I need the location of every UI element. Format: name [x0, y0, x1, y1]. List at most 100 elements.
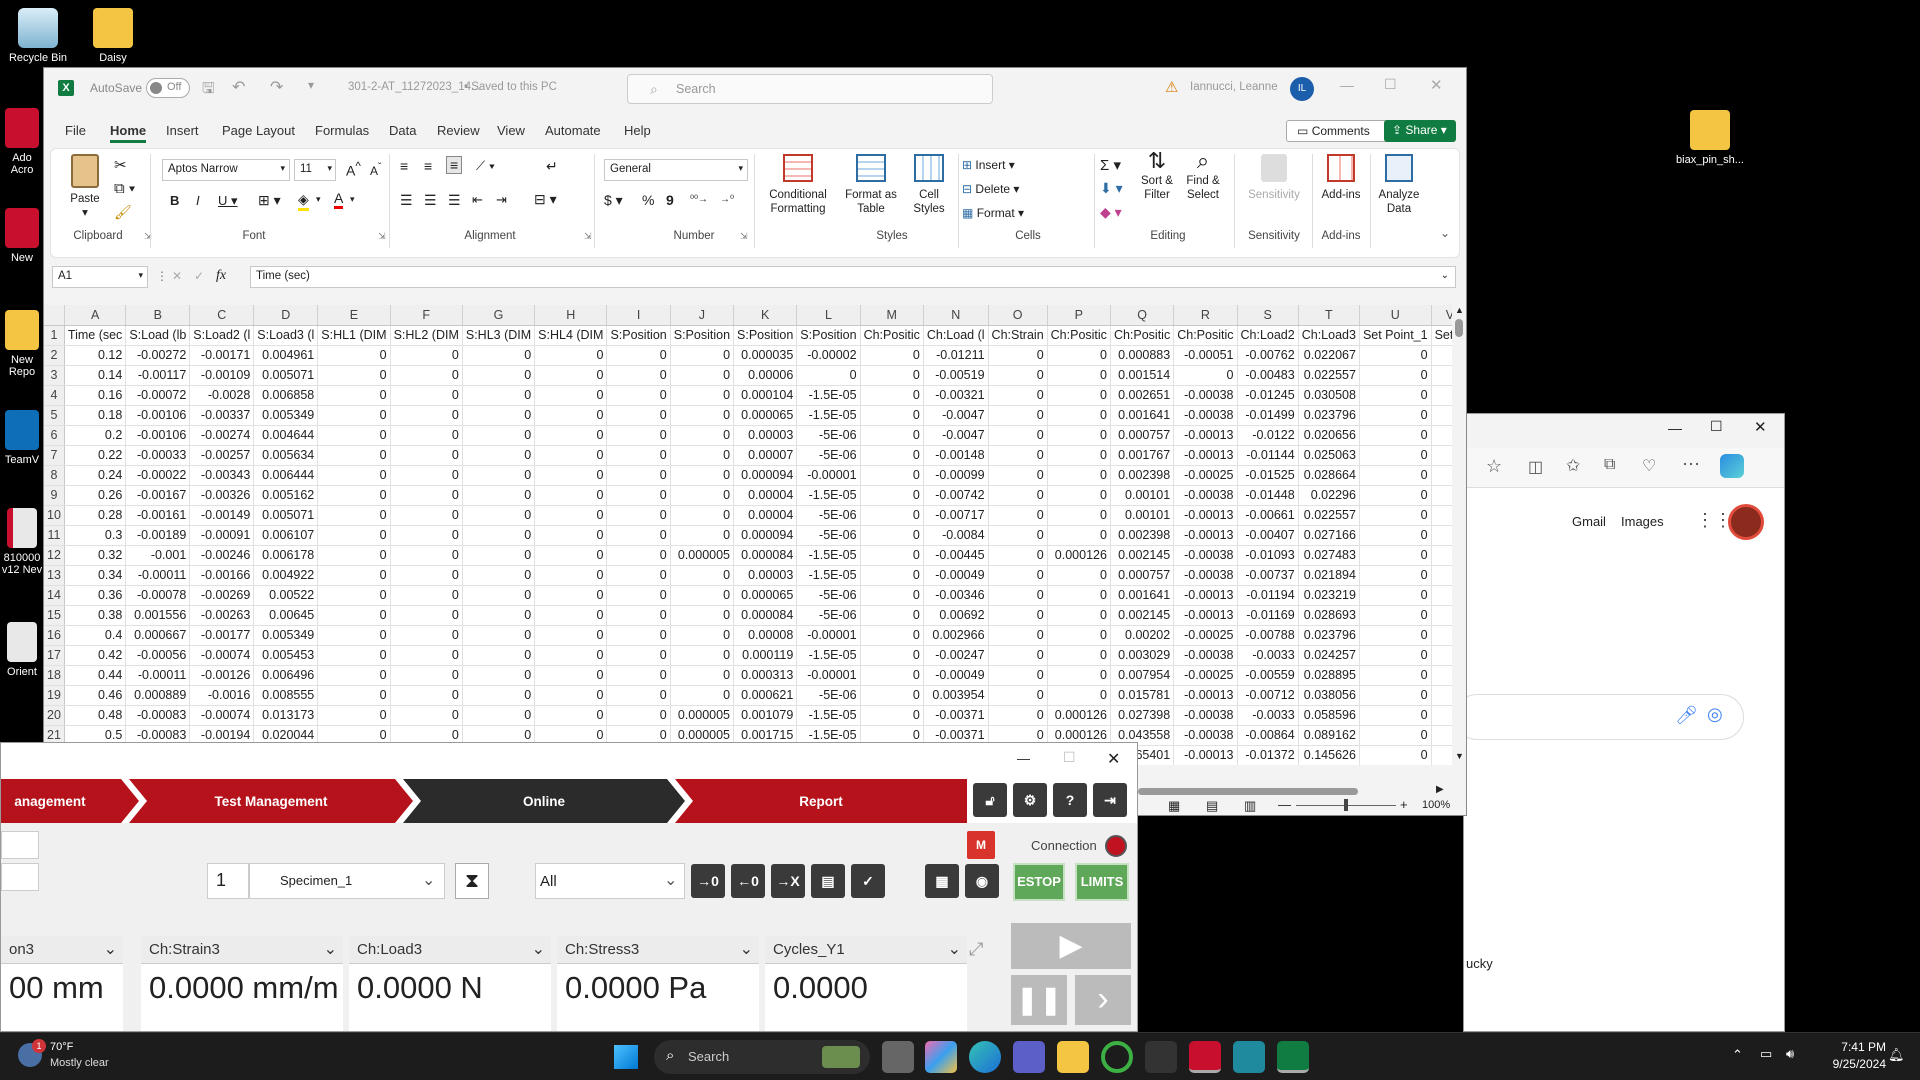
enter-icon[interactable]: ✓ — [194, 269, 204, 283]
cell[interactable]: 0 — [988, 385, 1048, 406]
minimize-icon[interactable]: — — [1668, 420, 1682, 436]
cell[interactable]: -0.00025 — [1173, 665, 1238, 686]
vr-app-icon[interactable] — [1233, 1041, 1265, 1073]
font-color-icon[interactable]: A — [334, 190, 344, 209]
cell[interactable]: 0.24 — [64, 465, 127, 486]
cell[interactable]: 0 — [462, 645, 536, 666]
favorite-star-icon[interactable]: ☆ — [1486, 456, 1502, 477]
decrease-font-icon[interactable]: Aˇ — [370, 162, 381, 178]
cell[interactable]: 0 — [606, 585, 671, 606]
cell[interactable]: -0.00762 — [1237, 345, 1299, 366]
cell[interactable]: 0.000757 — [1110, 425, 1175, 446]
cell[interactable]: -0.00864 — [1237, 725, 1299, 746]
cell[interactable]: 0 — [317, 565, 391, 586]
cell[interactable]: -5E-06 — [796, 685, 861, 706]
cell[interactable]: 0 — [462, 365, 536, 386]
cell[interactable]: 0 — [606, 705, 671, 726]
cell[interactable]: -0.00051 — [1173, 345, 1238, 366]
scroll-right-icon[interactable]: ▶ — [1436, 784, 1444, 795]
cell[interactable]: 0.006178 — [253, 545, 319, 566]
cell[interactable]: 0 — [317, 445, 391, 466]
cell[interactable]: -0.00106 — [125, 425, 191, 446]
cell[interactable]: 0 — [670, 485, 735, 506]
column-header[interactable]: E — [317, 305, 391, 326]
zoom-slider-thumb[interactable] — [1344, 799, 1348, 811]
cell[interactable]: 0 — [1359, 625, 1432, 646]
cell[interactable]: 0 — [796, 365, 861, 386]
cell[interactable]: 0 — [606, 465, 671, 486]
borders-icon[interactable]: ⊞ ▾ — [258, 192, 281, 209]
cell[interactable]: -0.00074 — [189, 645, 255, 666]
cell[interactable]: 0.089162 — [1298, 725, 1360, 746]
align-center-icon[interactable]: ☰ — [424, 192, 437, 209]
cell[interactable]: 0 — [606, 625, 671, 646]
cell[interactable]: 0.028895 — [1298, 665, 1360, 686]
cell[interactable]: 0 — [534, 685, 608, 706]
cell[interactable]: 0 — [670, 365, 735, 386]
cell[interactable]: 0.000005 — [670, 705, 735, 726]
cell[interactable]: 0 — [860, 425, 924, 446]
column-header[interactable]: I — [606, 305, 671, 326]
increase-font-icon[interactable]: A^ — [346, 160, 361, 179]
cell[interactable]: 0 — [462, 485, 536, 506]
cell[interactable]: 0.023796 — [1298, 625, 1360, 646]
cell[interactable]: 0 — [606, 545, 671, 566]
cell[interactable]: -0.01194 — [1237, 585, 1299, 606]
cell[interactable]: 0.000084 — [733, 545, 798, 566]
cell[interactable]: 0 — [534, 345, 608, 366]
cell[interactable]: -0.00257 — [189, 445, 255, 466]
cell[interactable]: 0.000035 — [733, 345, 798, 366]
profile-avatar[interactable] — [1728, 504, 1764, 540]
cell[interactable]: 0.00008 — [733, 625, 798, 646]
cell[interactable]: 0.058596 — [1298, 705, 1360, 726]
nav-report[interactable]: Report — [675, 779, 967, 823]
task-view-icon[interactable] — [882, 1041, 914, 1073]
cell[interactable]: -0.00074 — [189, 705, 255, 726]
specimen-number[interactable]: 1 — [207, 863, 249, 899]
cell[interactable]: S:Position — [796, 325, 861, 346]
cell[interactable]: 0.020656 — [1298, 425, 1360, 446]
cell[interactable]: 0 — [390, 625, 463, 646]
cell[interactable]: 0 — [1359, 345, 1432, 366]
estop-button[interactable]: ESTOP — [1013, 863, 1065, 901]
cell[interactable]: 0.024257 — [1298, 645, 1360, 666]
filter-select[interactable]: All ⌄ — [535, 863, 685, 899]
cell[interactable]: 0 — [317, 665, 391, 686]
row-header[interactable]: 4 — [44, 385, 65, 406]
cell[interactable]: 0.16 — [64, 385, 127, 406]
align-top-icon[interactable]: ≡ — [400, 158, 408, 174]
cell-styles-button[interactable]: Cell Styles — [904, 154, 954, 216]
m-badge[interactable]: M — [967, 831, 995, 859]
cell[interactable]: -0.00519 — [923, 365, 989, 386]
cell[interactable]: 0 — [860, 665, 924, 686]
copilot-icon[interactable] — [1720, 454, 1744, 478]
cell[interactable]: 0 — [462, 525, 536, 546]
start-icon[interactable] — [614, 1045, 638, 1069]
cell[interactable]: 0 — [860, 645, 924, 666]
desktop-icon-orient[interactable]: Orient — [0, 622, 44, 678]
cell[interactable]: 0.001556 — [125, 605, 191, 626]
cell[interactable]: -0.00269 — [189, 585, 255, 606]
cell[interactable]: Ch:Load (l — [923, 325, 989, 346]
cell[interactable]: 0 — [1359, 505, 1432, 526]
column-header[interactable]: Q — [1110, 305, 1175, 326]
cell[interactable]: 0.000119 — [733, 645, 798, 666]
column-header[interactable]: R — [1173, 305, 1238, 326]
cell[interactable]: -0.00126 — [189, 665, 255, 686]
cell[interactable]: -0.00001 — [796, 465, 861, 486]
formula-input[interactable]: Time (sec) ⌄ — [250, 266, 1456, 288]
cell[interactable]: -0.00049 — [923, 665, 989, 686]
column-header[interactable]: K — [733, 305, 798, 326]
cell[interactable]: 0.000094 — [733, 525, 798, 546]
conditional-formatting-button[interactable]: Conditional Formatting — [758, 154, 838, 216]
cell[interactable]: -0.00717 — [923, 505, 989, 526]
cell[interactable]: 0.013173 — [253, 705, 319, 726]
cancel-icon[interactable]: ✕ — [172, 269, 182, 283]
column-header[interactable]: L — [796, 305, 861, 326]
cell[interactable]: 0 — [1359, 585, 1432, 606]
column-header[interactable]: O — [988, 305, 1048, 326]
cell[interactable]: -0.00661 — [1237, 505, 1299, 526]
left-input-2[interactable] — [1, 863, 39, 891]
cell[interactable]: 0 — [988, 585, 1048, 606]
cell[interactable]: -0.00038 — [1173, 725, 1238, 746]
